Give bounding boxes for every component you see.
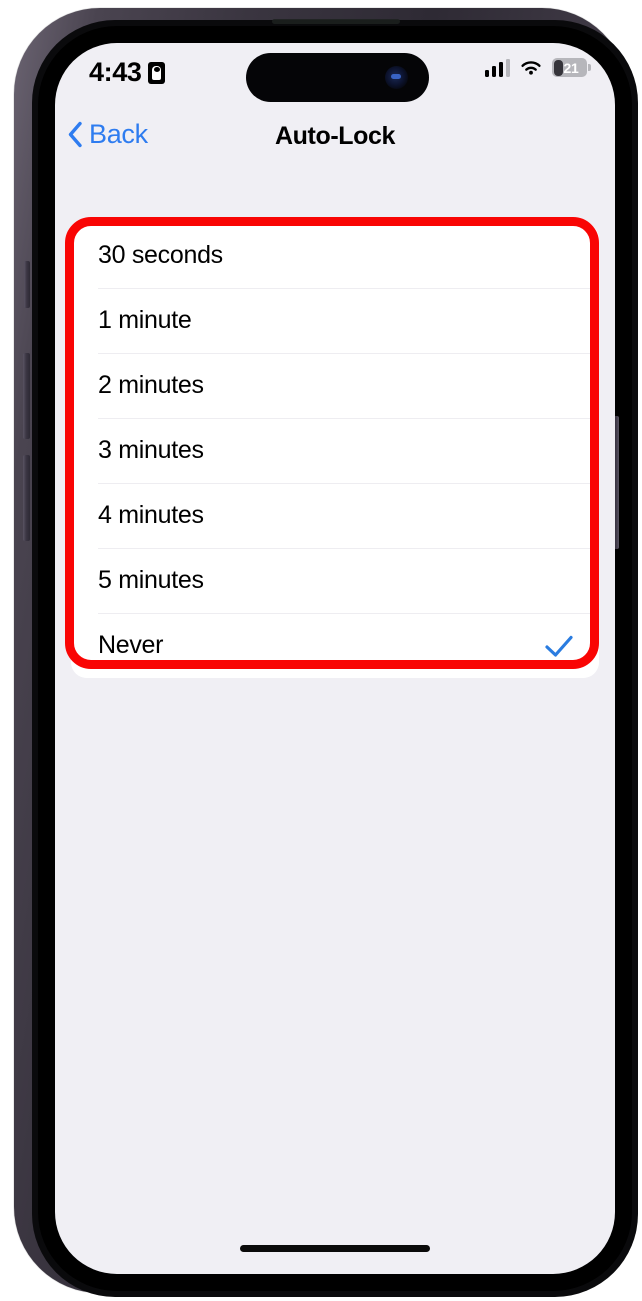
- option-label: 3 minutes: [98, 436, 204, 464]
- option-label: 5 minutes: [98, 566, 204, 594]
- status-bar-right: 21: [484, 58, 591, 77]
- auto-lock-option-row[interactable]: 2 minutes: [71, 353, 599, 418]
- cellular-signal-icon: [484, 58, 510, 77]
- silent-switch[interactable]: [24, 261, 30, 308]
- volume-up-button[interactable]: [23, 353, 30, 439]
- option-label: 30 seconds: [98, 241, 223, 269]
- option-label: 4 minutes: [98, 501, 204, 529]
- option-label: Never: [98, 631, 164, 659]
- wifi-icon: [519, 59, 543, 77]
- status-time: 4:43: [89, 57, 142, 87]
- battery-percent-label: 21: [563, 59, 579, 76]
- option-label: 1 minute: [98, 306, 192, 334]
- option-label: 2 minutes: [98, 371, 204, 399]
- auto-lock-option-row[interactable]: 3 minutes: [71, 418, 599, 483]
- auto-lock-option-row[interactable]: 4 minutes: [71, 483, 599, 548]
- screen-recording-badge-icon: [148, 61, 166, 84]
- phone-frame: 4:43 21 Back Auto-Lock 30 seconds 1 minu…: [14, 8, 638, 1297]
- battery-icon: 21: [552, 58, 591, 77]
- volume-down-button[interactable]: [23, 455, 30, 541]
- auto-lock-option-row[interactable]: 1 minute: [71, 288, 599, 353]
- navigation-bar: Back Auto-Lock: [55, 109, 615, 165]
- phone-screen: 4:43 21 Back Auto-Lock 30 seconds 1 minu…: [55, 43, 615, 1274]
- home-indicator[interactable]: [240, 1245, 430, 1252]
- earpiece-speaker-grille: [272, 19, 400, 24]
- auto-lock-option-row[interactable]: 5 minutes: [71, 548, 599, 613]
- auto-lock-options-list: 30 seconds 1 minute 2 minutes 3 minutes …: [71, 223, 599, 678]
- checkmark-icon: [544, 634, 574, 658]
- auto-lock-option-row[interactable]: 30 seconds: [71, 223, 599, 288]
- status-bar: 4:43 21: [55, 43, 615, 109]
- page-title: Auto-Lock: [275, 122, 395, 150]
- status-bar-left: 4:43: [89, 57, 166, 88]
- auto-lock-option-row-selected[interactable]: Never: [71, 613, 599, 678]
